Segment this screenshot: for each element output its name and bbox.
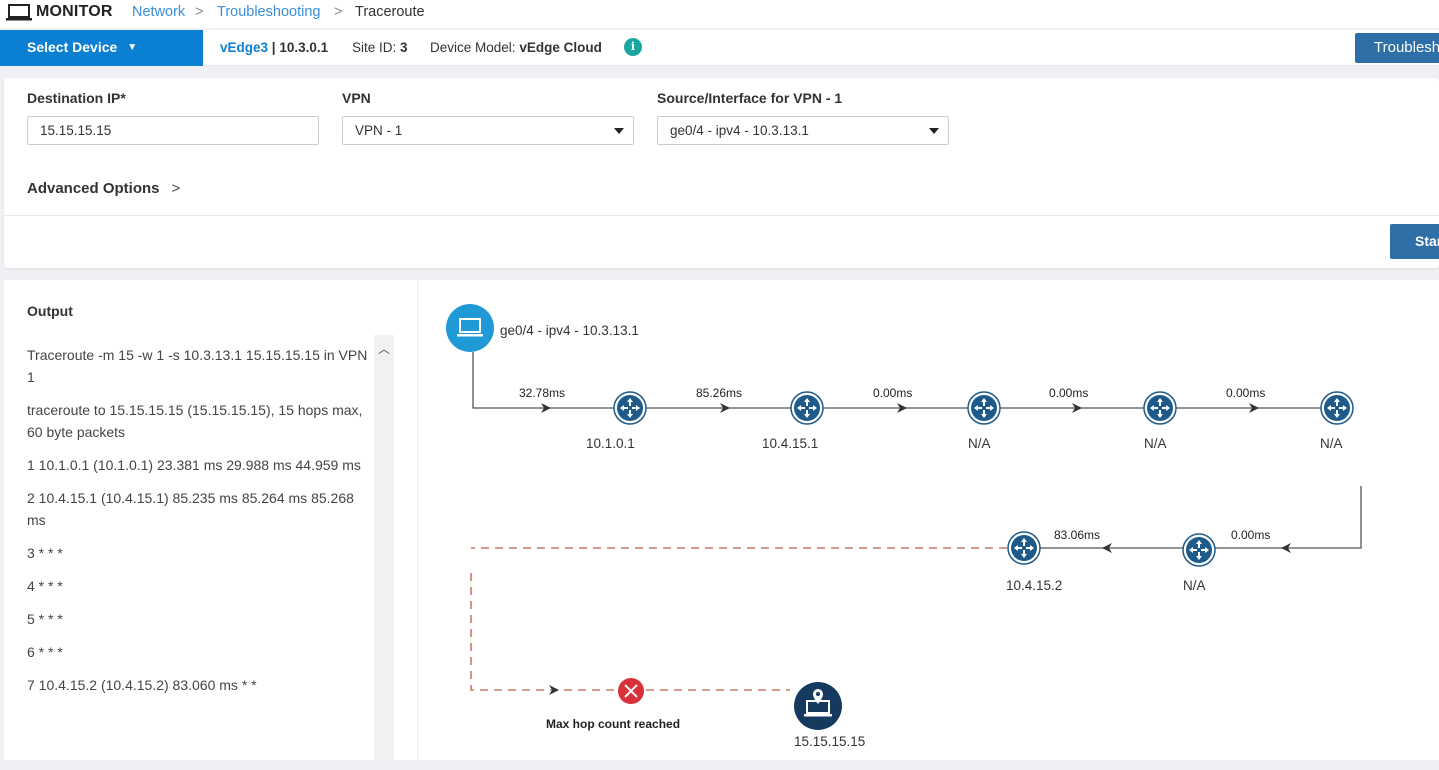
breadcrumb-separator: > <box>195 4 204 20</box>
row1-links <box>472 352 1321 413</box>
destination-label: 15.15.15.15 <box>794 734 866 749</box>
hop-label: N/A <box>1183 578 1206 593</box>
device-model-value: vEdge Cloud <box>519 40 602 55</box>
device-ip: | 10.3.0.1 <box>271 40 329 55</box>
router-icon[interactable] <box>790 391 824 425</box>
hop-label: 10.4.15.1 <box>762 436 819 451</box>
router-icon[interactable] <box>1143 391 1177 425</box>
destination-ip-input[interactable]: 15.15.15.15 <box>27 116 319 145</box>
device-model: Device Model: vEdge Cloud <box>430 40 602 55</box>
output-line: 3 * * * <box>27 545 63 561</box>
destination-node[interactable] <box>794 682 842 730</box>
output-line: 2 10.4.15.1 (10.4.15.1) 85.235 ms 85.264… <box>27 490 354 528</box>
hop-label: N/A <box>968 436 991 451</box>
breadcrumb-troubleshooting[interactable]: Troubleshooting <box>217 4 320 20</box>
site-id-label: Site ID: <box>352 40 397 55</box>
hop-label: 10.1.0.1 <box>586 436 635 451</box>
destination-ip-label: Destination IP* <box>27 90 126 106</box>
output-title: Output <box>27 303 73 319</box>
site-id: Site ID: 3 <box>352 40 408 55</box>
source-interface-value: ge0/4 - ipv4 - 10.3.13.1 <box>670 123 809 138</box>
caret-down-icon <box>929 128 939 134</box>
breadcrumb-network[interactable]: Network <box>132 4 185 20</box>
select-device-label: Select Device <box>27 39 118 55</box>
footer-strip <box>0 760 1439 770</box>
advanced-options-label: Advanced Options <box>27 180 160 197</box>
breadcrumb-traceroute: Traceroute <box>355 4 425 20</box>
vpn-label: VPN <box>342 90 371 106</box>
info-icon[interactable]: i <box>624 38 642 56</box>
device-info: vEdge3 | 10.3.0.1 <box>220 40 328 55</box>
vpn-select[interactable]: VPN - 1 <box>342 116 634 145</box>
page-title: MONITOR <box>36 3 113 20</box>
output-line: 6 * * * <box>27 644 63 660</box>
output-line: 7 10.4.15.2 (10.4.15.2) 83.060 ms * * <box>27 677 257 693</box>
output-line: 1 10.1.0.1 (10.1.0.1) 23.381 ms 29.988 m… <box>27 457 361 473</box>
device-name[interactable]: vEdge3 <box>220 40 268 55</box>
output-panel: Output Traceroute -m 15 -w 1 -s 10.3.13.… <box>4 280 417 760</box>
latency-label: 32.78ms <box>519 386 566 400</box>
caret-down-icon: ▼ <box>127 42 138 53</box>
output-line: 4 * * * <box>27 578 63 594</box>
latency-label: 0.00ms <box>1226 386 1266 400</box>
source-interface-label: Source/Interface for VPN - 1 <box>657 90 843 106</box>
router-icon[interactable] <box>967 391 1001 425</box>
hop-label: 10.4.15.2 <box>1006 578 1063 593</box>
output-log: Traceroute -m 15 -w 1 -s 10.3.13.1 15.15… <box>27 344 372 707</box>
chevron-right-icon: > <box>171 180 181 197</box>
error-label: Max hop count reached <box>546 717 681 731</box>
device-model-label: Device Model: <box>430 40 516 55</box>
latency-label: 0.00ms <box>1231 528 1271 542</box>
router-icon[interactable] <box>1007 531 1041 565</box>
select-device-button[interactable]: Select Device ▼ <box>0 30 203 66</box>
troubleshooting-button[interactable]: Troubleshooting <box>1355 33 1439 63</box>
divider <box>4 215 1439 216</box>
latency-label: 85.26ms <box>696 386 743 400</box>
hop-label: N/A <box>1320 436 1343 451</box>
output-line: 5 * * * <box>27 611 63 627</box>
output-scrollbar[interactable]: ︿ <box>374 335 394 760</box>
source-node[interactable] <box>446 304 494 352</box>
router-icon[interactable] <box>1182 533 1216 567</box>
traceroute-form: Destination IP* 15.15.15.15 VPN VPN - 1 … <box>4 78 1439 268</box>
router-icon[interactable] <box>1320 391 1354 425</box>
source-interface-select[interactable]: ge0/4 - ipv4 - 10.3.13.1 <box>657 116 949 145</box>
destination-ip-value: 15.15.15.15 <box>40 123 112 138</box>
monitor-icon <box>6 4 32 27</box>
start-button[interactable]: Start <box>1390 224 1439 259</box>
latency-label: 0.00ms <box>873 386 913 400</box>
output-line: traceroute to 15.15.15.15 (15.15.15.15),… <box>27 402 363 440</box>
latency-label: 83.06ms <box>1054 528 1101 542</box>
traceroute-graph-canvas <box>446 304 1362 730</box>
traceroute-graph: ge0/4 - ipv4 - 10.3.13.1 32.78ms 85.26ms… <box>418 280 1439 760</box>
output-line: Traceroute -m 15 -w 1 -s 10.3.13.1 15.15… <box>27 347 368 385</box>
error-icon[interactable] <box>618 678 644 704</box>
hop-label: N/A <box>1144 436 1167 451</box>
breadcrumb-separator: > <box>334 4 343 20</box>
device-bar: Select Device ▼ vEdge3 | 10.3.0.1 Site ID… <box>0 30 1439 66</box>
scroll-up-icon[interactable]: ︿ <box>378 340 390 357</box>
latency-label: 0.00ms <box>1049 386 1089 400</box>
site-id-value: 3 <box>400 40 408 55</box>
top-bar: MONITOR Network > Troubleshooting > Trac… <box>0 0 1439 28</box>
caret-down-icon <box>614 128 624 134</box>
source-interface-node-label: ge0/4 - ipv4 - 10.3.13.1 <box>500 323 639 338</box>
router-icon[interactable] <box>613 391 647 425</box>
advanced-options-toggle[interactable]: Advanced Options > <box>27 180 180 197</box>
failure-path <box>470 547 1007 695</box>
vpn-value: VPN - 1 <box>355 123 403 138</box>
